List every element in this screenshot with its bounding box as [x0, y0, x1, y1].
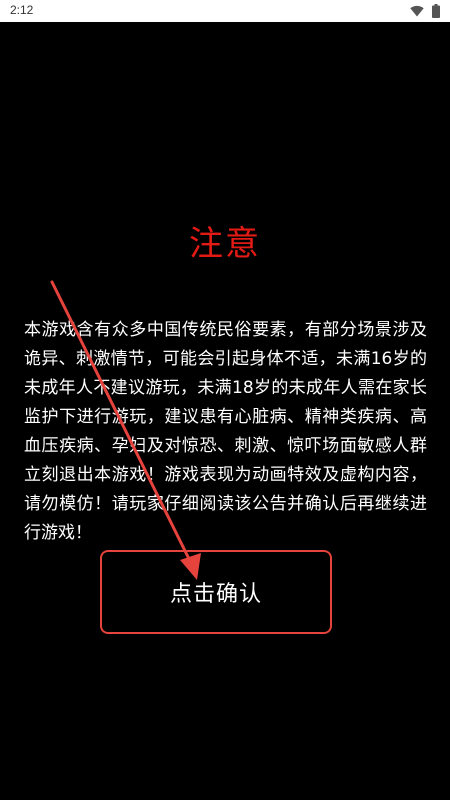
status-bar: 2:12: [0, 0, 450, 22]
dialog-title: 注意: [189, 224, 261, 264]
notice-text: 本游戏含有众多中国传统民俗要素，有部分场景涉及诡异、刺激情节，可能会引起身体不适…: [24, 320, 427, 543]
wifi-icon: [410, 5, 424, 17]
app-screen: 2:12 注意 本游戏含有众多中国传统民俗要素，有部分场景涉及诡异、刺激情节，可…: [0, 0, 450, 800]
confirm-button[interactable]: 点击确认: [100, 550, 332, 634]
status-icons: [410, 4, 440, 18]
status-time: 2:12: [10, 3, 34, 17]
battery-icon: [432, 4, 440, 18]
confirm-button-label: 点击确认: [169, 582, 262, 607]
